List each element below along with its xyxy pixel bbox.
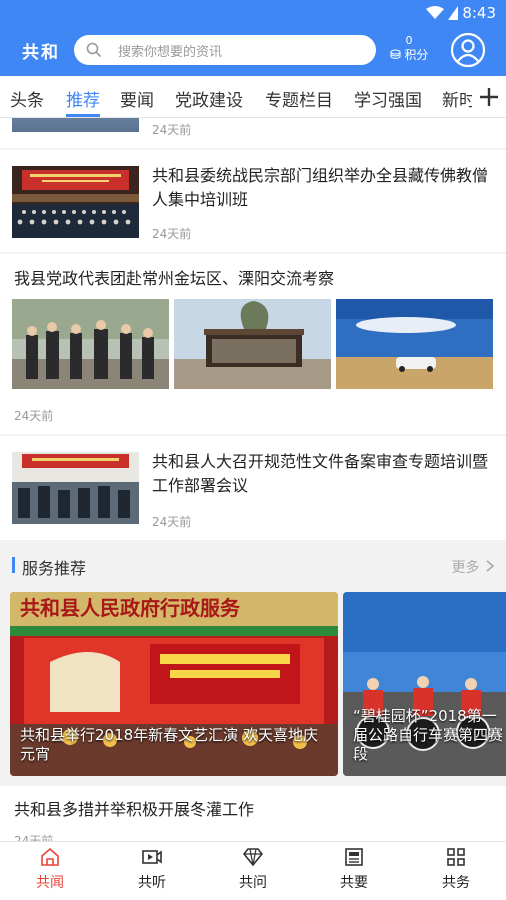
news-image (174, 299, 331, 389)
news-time: 24天前 (14, 834, 54, 841)
news-item[interactable]: 共和县人大召开规范性文件备案审查专题培训暨工作部署会议 24天前 (0, 436, 506, 540)
add-tab-button[interactable] (472, 76, 506, 117)
services-title: 服务推荐 (22, 559, 87, 578)
chevron-right-icon (486, 560, 495, 572)
tab-party-building[interactable]: 党政建设 (175, 86, 243, 111)
news-thumbnail (12, 118, 139, 132)
banner-caption: “碧桂园杯”2018第一届公路自行车赛第四赛段 (353, 707, 504, 763)
news-thumbnail (12, 166, 139, 238)
news-item[interactable]: 共和县多措并举积极开展冬灌工作 24天前 (0, 786, 506, 841)
plus-icon (480, 88, 498, 106)
bottom-navigation: 共闻 共听 共问 共要 共务 (0, 841, 506, 900)
news-thumbnail (12, 452, 139, 524)
service-banner[interactable]: 共和县人民政府行政服务 共和县举行2018年新春文艺汇演 欢天喜地庆元宵 (10, 592, 338, 776)
news-title: 共和县人大召开规范性文件备案审查专题培训暨工作部署会议 (152, 452, 489, 495)
tab-study[interactable]: 学习强国 (354, 86, 422, 111)
section-accent-bar (12, 557, 15, 573)
news-image (336, 299, 493, 389)
news-feed: 24天前 共和县委统战民宗部门组织举办全县藏传佛教僧人集中培训班 24天前 我县… (0, 118, 506, 841)
app-header: 共和 搜索你想要的资讯 0 积分 (0, 26, 506, 76)
service-banner[interactable]: “碧桂园杯”2018第一届公路自行车赛第四赛段 (343, 592, 506, 776)
nav-gongyao[interactable]: 共要 (324, 848, 384, 892)
tab-recommended[interactable]: 推荐 (66, 86, 100, 111)
tab-special-topics[interactable]: 专题栏目 (265, 86, 333, 111)
services-more-link[interactable]: 更多 (452, 557, 495, 577)
status-bar: 8:43 (0, 0, 506, 26)
banner-sign-text: 共和县人民政府行政服务 (20, 596, 241, 620)
tab-news[interactable]: 要闻 (120, 86, 154, 111)
banner-caption: 共和县举行2018年新春文艺汇演 欢天喜地庆元宵 (20, 726, 318, 763)
newspaper-icon (345, 848, 363, 866)
services-header: 服务推荐 更多 (0, 542, 506, 588)
search-icon (86, 42, 102, 58)
video-icon (142, 850, 162, 864)
user-avatar-icon[interactable] (450, 32, 486, 68)
points-value: 0 (405, 34, 413, 47)
wifi-icon (426, 6, 444, 19)
news-title: 我县党政代表团赴常州金坛区、溧阳交流考察 (14, 269, 335, 288)
active-tab-indicator (66, 114, 100, 117)
home-icon (41, 847, 59, 866)
search-placeholder: 搜索你想要的资讯 (118, 45, 223, 60)
category-tabs: 头条 推荐 要闻 党政建设 专题栏目 学习强国 新时 (0, 76, 506, 118)
coins-icon (390, 49, 401, 59)
news-time: 24天前 (152, 227, 192, 241)
nav-gongwen[interactable]: 共闻 (20, 847, 80, 892)
nav-gongwen-ask[interactable]: 共问 (223, 848, 283, 892)
news-time: 24天前 (14, 409, 54, 423)
diamond-icon (242, 848, 264, 867)
news-title: 共和县多措并举积极开展冬灌工作 (14, 800, 255, 819)
news-time: 24天前 (152, 123, 192, 137)
news-title: 共和县委统战民宗部门组织举办全县藏传佛教僧人集中培训班 (152, 166, 489, 209)
points-label: 积分 (404, 48, 429, 62)
grid-icon (447, 848, 465, 866)
news-image (12, 299, 169, 389)
news-item[interactable]: 24天前 (0, 118, 506, 148)
battery-icon (448, 6, 458, 20)
tab-new-era[interactable]: 新时 (442, 86, 476, 111)
nav-gongwu[interactable]: 共务 (426, 848, 486, 892)
points-widget[interactable]: 0 积分 (386, 34, 432, 63)
news-time: 24天前 (152, 515, 192, 529)
news-item[interactable]: 我县党政代表团赴常州金坛区、溧阳交流考察 24天前 (0, 254, 506, 434)
app-logo: 共和 (22, 43, 60, 63)
nav-gongting[interactable]: 共听 (122, 848, 182, 892)
clock: 8:43 (462, 4, 496, 22)
tab-headlines[interactable]: 头条 (10, 86, 44, 111)
news-item[interactable]: 共和县委统战民宗部门组织举办全县藏传佛教僧人集中培训班 24天前 (0, 150, 506, 252)
search-input[interactable]: 搜索你想要的资讯 (74, 35, 376, 65)
